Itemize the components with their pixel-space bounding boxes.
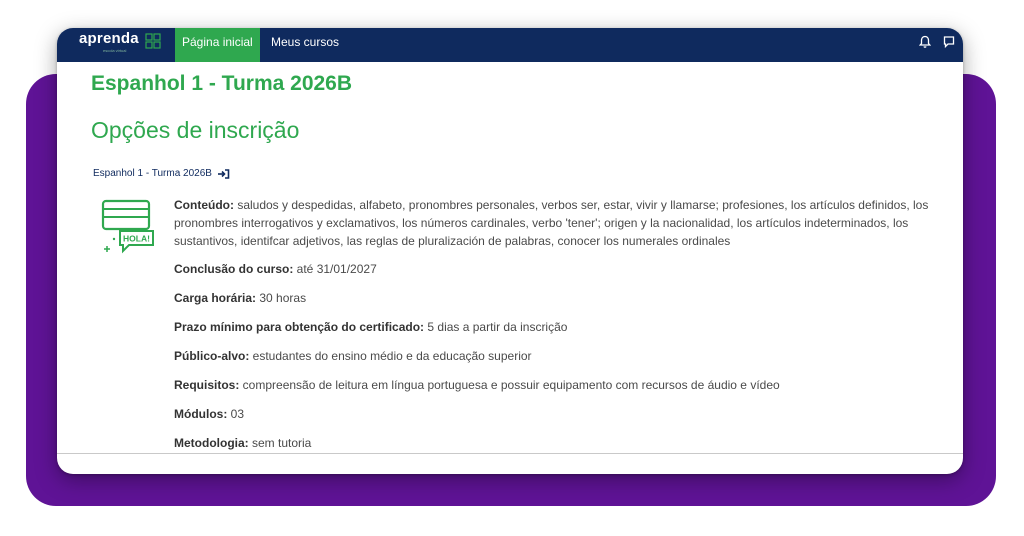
enrol-course-link[interactable]: Espanhol 1 - Turma 2026B [93, 168, 230, 179]
detail-audience: Público-alvo: estudantes do ensino médio… [174, 347, 532, 365]
bell-icon[interactable] [919, 35, 931, 49]
course-title: Espanhol 1 - Turma 2026B [91, 72, 353, 95]
browser-window: aprenda escola virtual Página inicial Me… [57, 28, 963, 474]
enter-icon [217, 168, 230, 179]
detail-requirements-label: Requisitos: [174, 378, 240, 392]
detail-conclusion-label: Conclusão do curso: [174, 262, 294, 276]
detail-workload-value: 30 horas [256, 291, 307, 305]
detail-audience-label: Público-alvo: [174, 349, 250, 363]
detail-modules-label: Módulos: [174, 407, 228, 421]
chat-icon[interactable] [943, 35, 955, 49]
detail-workload: Carga horária: 30 horas [174, 289, 306, 307]
logo-text: aprenda [79, 30, 139, 47]
detail-deadline: Prazo mínimo para obtenção do certificad… [174, 318, 567, 336]
detail-content: Conteúdo: saludos y despedidas, alfabeto… [174, 196, 960, 250]
detail-conclusion-value: até 31/01/2027 [293, 262, 377, 276]
detail-requirements-value: compreensão de leitura em língua portugu… [239, 378, 780, 392]
detail-deadline-value: 5 dias a partir da inscrição [424, 320, 568, 334]
nav-home-link[interactable]: Página inicial [175, 28, 260, 62]
enrol-link-label: Espanhol 1 - Turma 2026B [93, 168, 212, 179]
detail-methodology: Metodologia: sem tutoria [174, 434, 311, 452]
top-navbar: aprenda escola virtual Página inicial Me… [57, 28, 963, 62]
detail-modules-value: 03 [227, 407, 245, 421]
section-title: Opções de inscrição [91, 117, 300, 143]
detail-conclusion: Conclusão do curso: até 31/01/2027 [174, 260, 377, 278]
logo-grid-icon [145, 33, 161, 49]
detail-deadline-label: Prazo mínimo para obtenção do certificad… [174, 320, 425, 334]
hola-text: HOLA! [123, 234, 150, 244]
detail-modules: Módulos: 03 [174, 405, 244, 423]
logo-subtitle: escola virtual [103, 48, 127, 53]
detail-content-value: saludos y despedidas, alfabeto, pronombr… [174, 198, 929, 248]
detail-methodology-label: Metodologia: [174, 436, 249, 450]
nav-my-courses-link[interactable]: Meus cursos [271, 28, 339, 62]
course-language-icon: HOLA! [101, 199, 154, 254]
detail-audience-value: estudantes do ensino médio e da educação… [249, 349, 532, 363]
detail-methodology-value: sem tutoria [248, 436, 312, 450]
content-divider [57, 453, 963, 454]
detail-content-label: Conteúdo: [174, 198, 234, 212]
detail-workload-label: Carga horária: [174, 291, 257, 305]
detail-requirements: Requisitos: compreensão de leitura em lí… [174, 376, 780, 394]
